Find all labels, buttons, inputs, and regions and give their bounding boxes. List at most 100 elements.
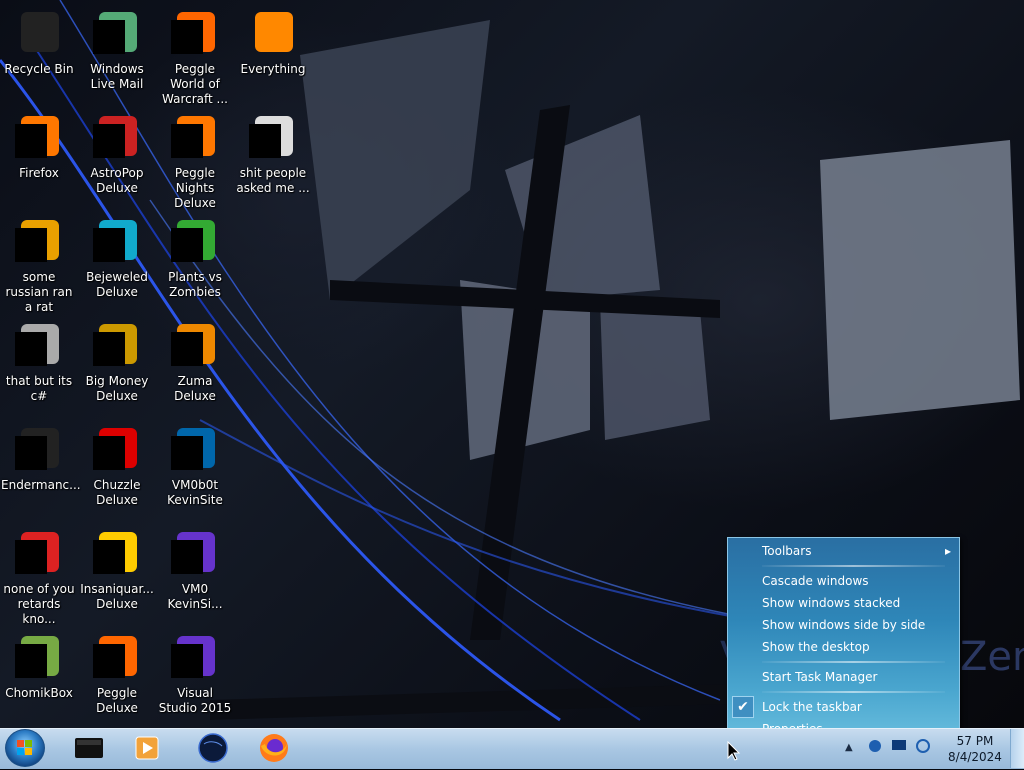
chuzzle-icon bbox=[93, 424, 141, 472]
desktop-icon[interactable]: some russian ran a rat bbox=[0, 212, 78, 314]
desktop-icon-label: AstroPop Deluxe bbox=[90, 166, 144, 195]
windows-stack-icon bbox=[15, 320, 63, 368]
desktop-icon[interactable]: Chuzzle Deluxe bbox=[78, 420, 156, 520]
check-icon: ✔ bbox=[732, 696, 754, 718]
desktop-icon[interactable]: none of you retards kno... bbox=[0, 524, 78, 626]
desktop-icon-label: Peggle Deluxe bbox=[96, 686, 138, 715]
chomikbox-icon bbox=[15, 632, 63, 680]
desktop-icon[interactable]: Windows Live Mail bbox=[78, 4, 156, 104]
menu-item-properties[interactable]: Properties bbox=[762, 719, 955, 728]
monitor-icon[interactable] bbox=[891, 738, 907, 754]
globe-icon bbox=[198, 733, 228, 763]
chrome-like-icon bbox=[15, 528, 63, 576]
desktop-icon-label: Everything bbox=[240, 62, 306, 76]
taskbar-clock[interactable]: 57 PM 8/4/2024 bbox=[944, 733, 1006, 765]
peggle-icon bbox=[171, 8, 219, 56]
desktop-icon-label: VM0b0t KevinSite bbox=[167, 478, 223, 507]
peggle-deluxe-icon bbox=[93, 632, 141, 680]
show-desktop-button[interactable] bbox=[1010, 729, 1024, 768]
vm-shortcut-icon bbox=[171, 424, 219, 472]
desktop-icon[interactable]: Visual Studio 2015 bbox=[156, 628, 234, 728]
desktop-icon[interactable]: Insaniquar... Deluxe bbox=[78, 524, 156, 624]
clock-date: 8/4/2024 bbox=[948, 750, 1002, 764]
desktop-icon[interactable]: shit people asked me ... bbox=[234, 108, 312, 208]
desktop-icon[interactable]: Bejeweled Deluxe bbox=[78, 212, 156, 312]
svg-text:Zen: Zen bbox=[960, 634, 1024, 680]
menu-item-toolbars[interactable]: Toolbars ▸ bbox=[762, 541, 953, 561]
visual-studio-file-icon bbox=[171, 528, 219, 576]
desktop-icon-label: Insaniquar... Deluxe bbox=[80, 582, 154, 611]
submenu-arrow-icon: ▸ bbox=[944, 544, 951, 558]
menu-item-show-the-desktop[interactable]: Show the desktop bbox=[762, 637, 953, 657]
desktop[interactable]: V Zen Recycle BinWindows Live MailPeggle… bbox=[0, 0, 1024, 728]
menu-separator bbox=[762, 661, 945, 663]
firefox-icon bbox=[260, 734, 288, 762]
desktop-icon[interactable]: VM0 KevinSi... bbox=[156, 524, 234, 624]
desktop-icon[interactable]: that but its c# bbox=[0, 316, 78, 416]
desktop-icon-label: Big Money Deluxe bbox=[85, 374, 149, 403]
start-button[interactable] bbox=[5, 729, 45, 767]
desktop-icon[interactable]: Recycle Bin bbox=[0, 4, 78, 104]
desktop-icon-label: Zuma Deluxe bbox=[174, 374, 216, 403]
bejeweled-icon bbox=[93, 216, 141, 264]
desktop-icon[interactable]: Peggle World of Warcraft ... bbox=[156, 4, 234, 106]
desktop-icon[interactable]: VM0b0t KevinSite bbox=[156, 420, 234, 520]
desktop-icon-label: Peggle Nights Deluxe bbox=[174, 166, 216, 210]
desktop-icon[interactable]: Zuma Deluxe bbox=[156, 316, 234, 416]
astropop-icon bbox=[93, 112, 141, 160]
taskbar-pinned-globe[interactable] bbox=[196, 732, 230, 764]
desktop-icon-label: ChomikBox bbox=[5, 686, 73, 700]
menu-separator bbox=[762, 565, 945, 567]
sync-icon[interactable] bbox=[915, 738, 931, 754]
zuma-icon bbox=[171, 320, 219, 368]
desktop-icon[interactable]: ChomikBox bbox=[0, 628, 78, 728]
desktop-icon[interactable]: Big Money Deluxe bbox=[78, 316, 156, 416]
menu-item-cascade-windows[interactable]: Cascade windows bbox=[762, 571, 953, 591]
mouse-cursor-icon bbox=[727, 741, 741, 761]
clock-time: 57 PM bbox=[956, 734, 994, 748]
taskbar-pinned-media[interactable] bbox=[72, 732, 106, 764]
windows-orb-icon bbox=[17, 740, 32, 755]
desktop-icon-label: VM0 KevinSi... bbox=[167, 582, 223, 611]
menu-separator bbox=[762, 691, 945, 693]
everything-search-icon bbox=[249, 8, 297, 56]
firefox-icon bbox=[15, 112, 63, 160]
desktop-icon-label: Bejeweled Deluxe bbox=[86, 270, 148, 299]
desktop-icon-label: shit people asked me ... bbox=[236, 166, 310, 195]
menu-item-show-windows-side-by-side[interactable]: Show windows side by side bbox=[762, 615, 953, 635]
plants-vs-zombies-icon bbox=[171, 216, 219, 264]
menu-item-lock-the-taskbar[interactable]: Lock the taskbar bbox=[762, 697, 953, 717]
peggle-nights-icon bbox=[171, 112, 219, 160]
desktop-icon-label: Peggle World of Warcraft ... bbox=[162, 62, 228, 106]
desktop-icon[interactable]: Peggle Deluxe bbox=[78, 628, 156, 728]
desktop-icon[interactable]: Everything bbox=[234, 4, 312, 104]
mail-icon bbox=[93, 8, 141, 56]
desktop-icon[interactable]: Firefox bbox=[0, 108, 78, 208]
taskbar-pinned-media-player[interactable] bbox=[130, 732, 164, 764]
desktop-icon-label: Endermanc... bbox=[1, 478, 81, 492]
desktop-icon[interactable]: AstroPop Deluxe bbox=[78, 108, 156, 208]
network-icon[interactable] bbox=[867, 738, 883, 754]
tray-expand-icon[interactable]: ▲ bbox=[845, 742, 853, 753]
desktop-icon-label: none of you retards kno... bbox=[3, 582, 75, 626]
desktop-icon-label: Plants vs Zombies bbox=[168, 270, 222, 299]
menu-item-start-task-manager[interactable]: Start Task Manager bbox=[762, 667, 953, 687]
taskbar-context-menu: Toolbars ▸ Cascade windows Show windows … bbox=[727, 537, 960, 728]
desktop-icon[interactable]: Endermanc... bbox=[0, 420, 81, 520]
desktop-icon-label: that but its c# bbox=[5, 374, 73, 403]
recycle-bin-icon bbox=[15, 8, 63, 56]
desktop-icon-label: Windows Live Mail bbox=[90, 62, 144, 91]
taskbar-pinned-firefox[interactable] bbox=[257, 732, 291, 764]
visual-studio-icon bbox=[171, 632, 219, 680]
desktop-icon-label: Firefox bbox=[19, 166, 59, 180]
desktop-icon[interactable]: Peggle Nights Deluxe bbox=[156, 108, 234, 210]
desktop-icon-label: Recycle Bin bbox=[4, 62, 74, 76]
folder-icon bbox=[249, 112, 297, 160]
media-player-icon bbox=[135, 736, 159, 760]
desktop-icon[interactable]: Plants vs Zombies bbox=[156, 212, 234, 312]
desktop-icon-label: Chuzzle Deluxe bbox=[93, 478, 141, 507]
terminal-icon bbox=[15, 424, 63, 472]
insaniquarium-icon bbox=[93, 528, 141, 576]
desktop-icon-label: some russian ran a rat bbox=[5, 270, 73, 314]
menu-item-show-windows-stacked[interactable]: Show windows stacked bbox=[762, 593, 953, 613]
